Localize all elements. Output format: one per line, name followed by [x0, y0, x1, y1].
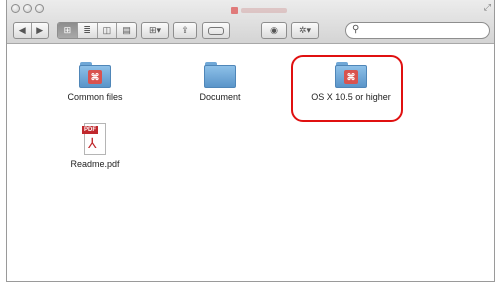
- icon-view-button[interactable]: ⊞: [58, 23, 78, 38]
- folder-icon: ⌘: [79, 62, 111, 88]
- search-icon: ⚲: [352, 24, 360, 35]
- eye-icon: ◉: [270, 25, 278, 35]
- back-button[interactable]: ◀: [14, 23, 32, 38]
- arrange-button[interactable]: ⊞▾: [141, 22, 169, 39]
- minimize-button[interactable]: [23, 4, 32, 13]
- fullscreen-icon[interactable]: ⤢: [484, 2, 491, 13]
- back-forward-control[interactable]: ◀ ▶: [13, 22, 49, 39]
- gear-icon: ✲▾: [298, 25, 312, 35]
- file-label: Readme.pdf: [70, 159, 120, 169]
- title-bar: ⤢ ◀ ▶ ⊞ ≣ ◫ ▤ ⊞▾ ⇪ ◉ ✲▾ ⚲: [7, 0, 494, 44]
- app-badge-icon: ⌘: [88, 70, 102, 84]
- view-mode-control[interactable]: ⊞ ≣ ◫ ▤: [57, 22, 137, 39]
- action-button[interactable]: ✲▾: [291, 22, 319, 39]
- file-item-common-files[interactable]: ⌘ Common files: [55, 62, 135, 102]
- pdf-tag: PDF: [82, 126, 98, 134]
- tag-icon: [208, 26, 224, 35]
- file-item-document[interactable]: Document: [180, 62, 260, 102]
- file-label: Common files: [67, 92, 123, 102]
- pdf-file-icon: PDF ⅄: [82, 123, 108, 155]
- icon-view-icon: ⊞: [63, 25, 72, 35]
- search-field[interactable]: ⚲: [345, 22, 490, 39]
- tag-button[interactable]: [202, 22, 230, 39]
- zoom-button[interactable]: [35, 4, 44, 13]
- arrange-grid-icon: ⊞▾: [148, 25, 162, 35]
- chevron-right-icon: ▶: [36, 25, 44, 35]
- chevron-left-icon: ◀: [18, 25, 26, 35]
- finder-window: ⤢ ◀ ▶ ⊞ ≣ ◫ ▤ ⊞▾ ⇪ ◉ ✲▾ ⚲ ⌘ Common files…: [6, 0, 495, 282]
- column-view-icon: ◫: [102, 25, 112, 35]
- window-title-icon: [231, 7, 238, 14]
- close-button[interactable]: [11, 4, 20, 13]
- file-label: Document: [199, 92, 241, 102]
- file-item-readme[interactable]: PDF ⅄ Readme.pdf: [55, 123, 135, 169]
- highlight-annotation: [291, 55, 403, 122]
- list-view-button[interactable]: ≣: [78, 23, 98, 38]
- share-icon: ⇪: [181, 25, 189, 35]
- window-title: [231, 7, 289, 15]
- folder-icon: [204, 62, 236, 88]
- coverflow-view-icon: ▤: [122, 25, 131, 35]
- window-title-text: [241, 8, 287, 13]
- share-button[interactable]: ⇪: [173, 22, 197, 39]
- column-view-button[interactable]: ◫: [98, 23, 118, 38]
- coverflow-view-button[interactable]: ▤: [117, 23, 136, 38]
- list-view-icon: ≣: [83, 25, 91, 35]
- quicklook-button[interactable]: ◉: [261, 22, 287, 39]
- forward-button[interactable]: ▶: [32, 23, 49, 38]
- acrobat-icon: ⅄: [88, 135, 97, 151]
